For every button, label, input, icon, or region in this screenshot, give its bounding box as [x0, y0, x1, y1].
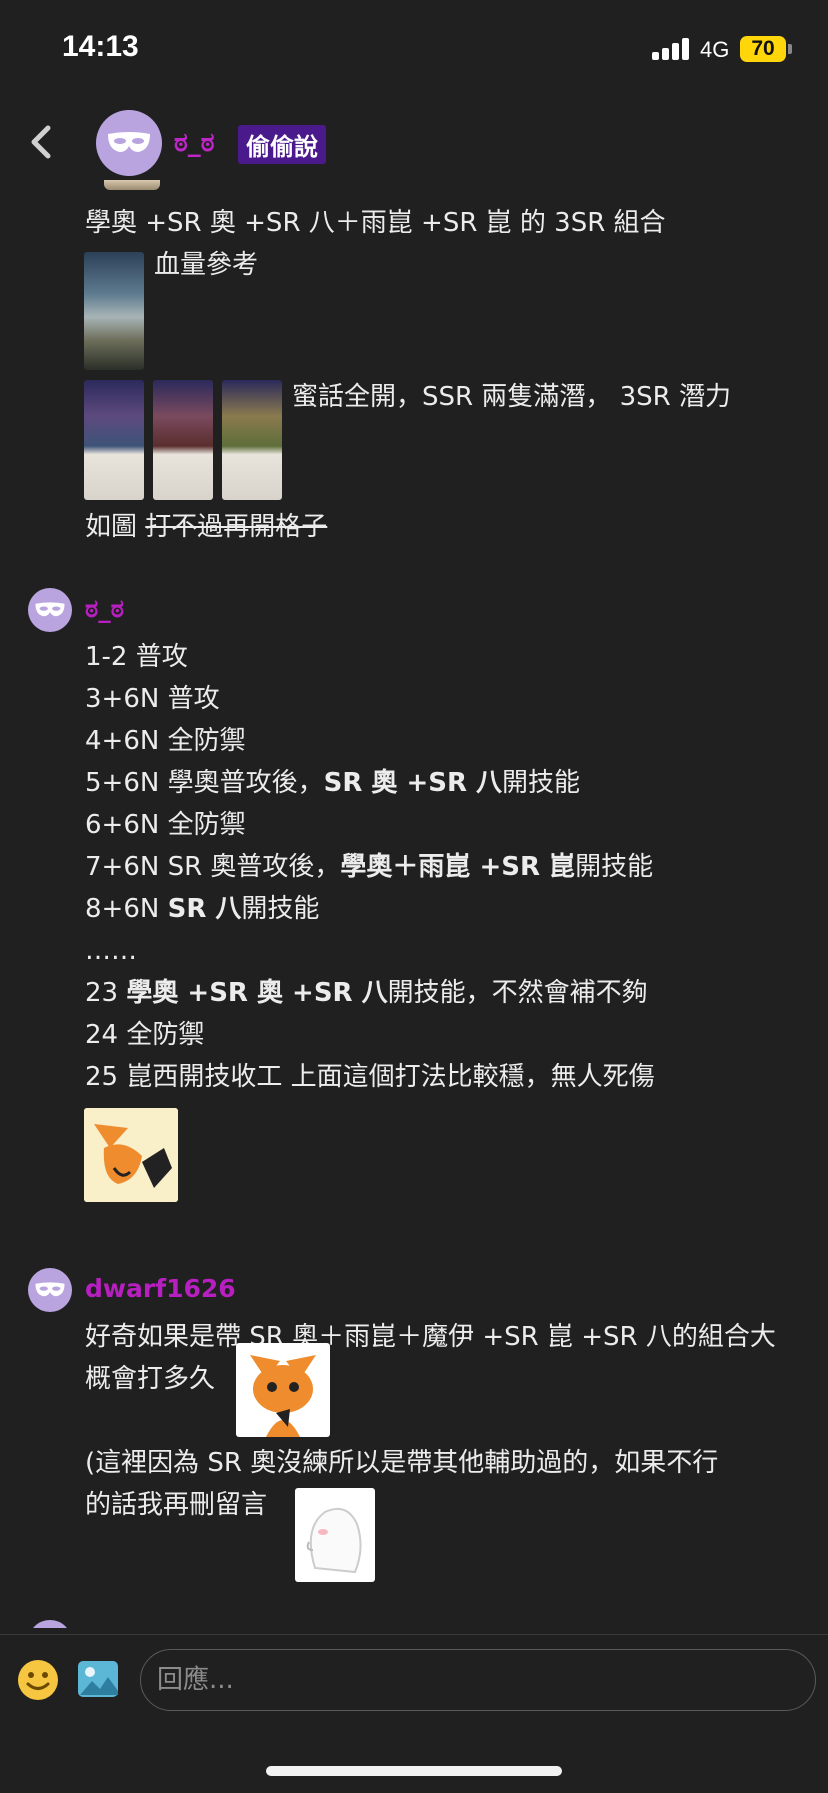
poster-name[interactable]: ಠ_ಠ — [174, 128, 215, 159]
image-icon[interactable] — [76, 1659, 120, 1699]
comment-line: 5+6N 學奧普攻後，SR 奧 +SR 八開技能 — [85, 768, 581, 798]
comment-line: 3+6N 普攻 — [85, 684, 220, 714]
comment-line: 7+6N SR 奧普攻後，學奧＋雨崑 +SR 崑開技能 — [85, 852, 654, 882]
comment-line: 6+6N 全防禦 — [85, 810, 246, 840]
comment-line: 24 全防禦 — [85, 1020, 205, 1050]
ghost-sticker[interactable] — [295, 1488, 375, 1582]
commenter-name[interactable]: ಠ_ಠ — [85, 594, 124, 624]
comment-line: 25 崑西開技收工 上面這個打法比較穩，無人死傷 — [85, 1062, 655, 1092]
fox-sticker[interactable] — [84, 1108, 178, 1202]
mask-icon — [108, 132, 150, 152]
post-header: ಠ_ಠ 偷偷說 — [0, 100, 828, 186]
comment-line: 23 學奧 +SR 奧 +SR 八開技能，不然會補不夠 — [85, 978, 648, 1008]
comment-line: 1-2 普攻 — [85, 642, 188, 672]
commenter-name[interactable]: dwarf1626 — [85, 1274, 236, 1303]
character-card-3[interactable] — [222, 380, 282, 500]
home-indicator — [266, 1766, 562, 1776]
smiley-icon[interactable] — [17, 1659, 59, 1701]
post-line-1: 學奧 +SR 奧 +SR 八＋雨崑 +SR 崑 的 3SR 組合 — [85, 208, 666, 238]
battery-tip — [788, 44, 792, 54]
signal-icon — [652, 38, 692, 60]
character-card-1[interactable] — [84, 380, 144, 500]
comment-line: 4+6N 全防禦 — [85, 726, 246, 756]
mask-icon — [35, 602, 65, 617]
reply-input[interactable]: 回應... — [140, 1649, 816, 1711]
commenter-avatar[interactable] — [28, 588, 72, 632]
commenter-avatar[interactable] — [28, 1620, 72, 1628]
fox-sticker[interactable] — [236, 1343, 330, 1437]
hp-screenshot[interactable] — [84, 252, 144, 370]
comment-line: (這裡因為 SR 奧沒練所以是帶其他輔助過的，如果不行 — [85, 1448, 719, 1478]
post-line-4-text: 如圖 — [85, 512, 146, 542]
status-bar: 14:13 4G 70 — [0, 0, 828, 100]
comment-line: 8+6N SR 八開技能 — [85, 894, 320, 924]
network-type: 4G — [700, 37, 730, 62]
board-tag[interactable]: 偷偷說 — [238, 125, 326, 164]
hp-reference-text: 血量參考 — [154, 250, 259, 280]
comment-line: 好奇如果是帶 SR 奧＋雨崑＋魔伊 +SR 崑 +SR 八的組合大 — [85, 1322, 776, 1352]
strikethrough-text: 打不過再開格子 — [145, 512, 328, 542]
status-time: 14:13 — [62, 30, 139, 63]
comment-line: 概會打多久 — [85, 1364, 216, 1394]
comment-line: 的話我再刪留言 — [85, 1490, 268, 1520]
cropped-image-bottom — [104, 180, 160, 190]
comment-line: …… — [85, 936, 137, 966]
post-line-4: 如圖 打不過再開格子 — [85, 510, 327, 544]
character-card-2[interactable] — [153, 380, 213, 500]
post-feed: 學奧 +SR 奧 +SR 八＋雨崑 +SR 崑 的 3SR 組合 血量參考 蜜話… — [0, 180, 828, 1628]
poster-avatar[interactable] — [96, 110, 162, 176]
battery-icon: 70 — [740, 36, 786, 62]
commenter-avatar[interactable] — [28, 1268, 72, 1312]
chevron-left-icon[interactable] — [26, 122, 56, 162]
post-line-3: 蜜話全開，SSR 兩隻滿潛， 3SR 潛力 — [292, 382, 731, 412]
mask-icon — [35, 1282, 65, 1297]
